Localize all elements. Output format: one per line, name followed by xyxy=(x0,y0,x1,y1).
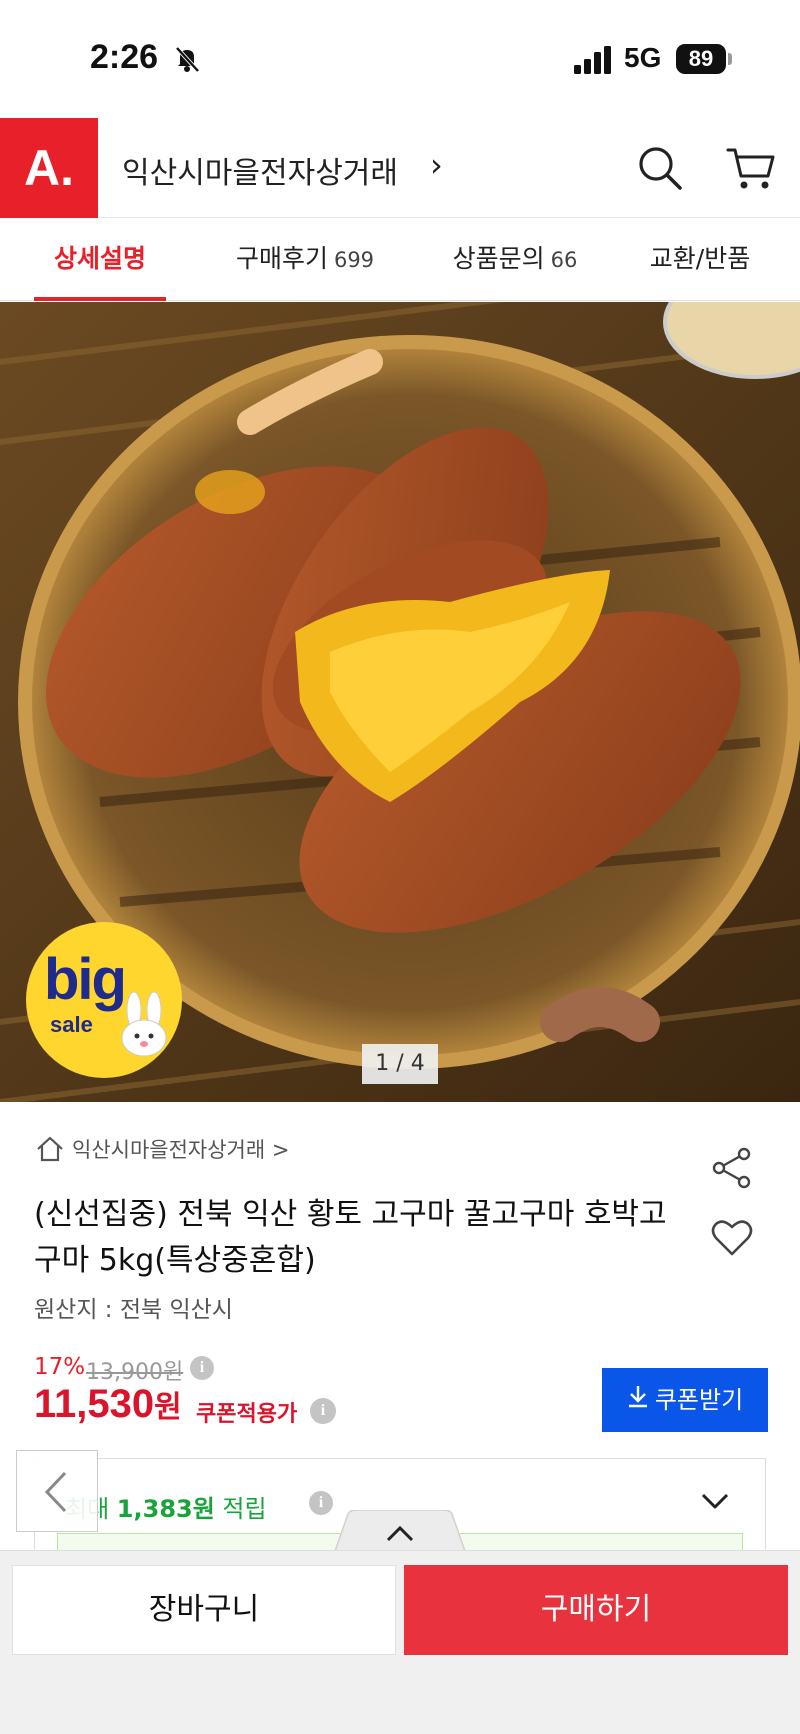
back-button[interactable] xyxy=(16,1450,98,1532)
status-time: 2:26 xyxy=(90,38,159,76)
chevron-down-icon[interactable] xyxy=(699,1485,731,1517)
get-coupon-button[interactable]: 쿠폰받기 xyxy=(602,1368,768,1432)
badge-sale-text: sale xyxy=(50,1012,93,1037)
points-amount: 1,383원 xyxy=(116,1495,215,1523)
battery-level: 89 xyxy=(676,44,726,74)
product-image[interactable]: big sale 1 / 4 xyxy=(0,302,800,1102)
tab-exchange-label: 교환/반품 xyxy=(649,244,751,273)
sale-price: 11,530원 xyxy=(34,1382,182,1427)
cart-icon[interactable] xyxy=(726,144,776,192)
tab-detail-label: 상세설명 xyxy=(53,244,146,273)
sale-price-unit: 원 xyxy=(154,1390,182,1425)
badge-big-text: big xyxy=(44,947,127,1012)
battery-tip xyxy=(728,53,732,65)
get-coupon-label: 쿠폰받기 xyxy=(654,1386,744,1414)
tab-qna-count: 66 xyxy=(550,248,578,272)
tab-exchange-return[interactable]: 교환/반품 xyxy=(630,219,770,301)
product-origin: 원산지 : 전북 익산시 xyxy=(34,1297,233,1323)
points-info-icon[interactable]: i xyxy=(309,1491,333,1515)
tab-reviews-label: 구매후기 xyxy=(235,244,328,273)
store-name-link[interactable]: 익산시마을전자상거래 xyxy=(122,148,398,192)
status-bar: 2:26 5G 89 xyxy=(0,0,800,118)
price-info-icon[interactable]: i xyxy=(190,1356,214,1380)
tab-reviews-count: 699 xyxy=(333,248,375,272)
bell-slash-icon xyxy=(175,46,200,73)
home-icon[interactable] xyxy=(36,1136,64,1162)
tab-reviews[interactable]: 구매후기 699 xyxy=(210,219,400,301)
share-icon[interactable] xyxy=(710,1146,754,1190)
buy-now-button[interactable]: 구매하기 xyxy=(404,1565,788,1655)
tab-detail[interactable]: 상세설명 xyxy=(34,219,166,301)
add-to-cart-button[interactable]: 장바구니 xyxy=(12,1565,396,1655)
scroll-top-button[interactable] xyxy=(334,1510,466,1554)
chevron-right-icon[interactable]: › xyxy=(430,146,443,184)
coupon-price-note: 쿠폰적용가 xyxy=(196,1402,298,1427)
sale-price-value: 11,530 xyxy=(34,1382,155,1426)
rabbit-icon xyxy=(121,992,167,1057)
purchase-bar: 장바구니 구매하기 xyxy=(0,1550,800,1734)
points-suffix: 적립 xyxy=(214,1495,267,1523)
coupon-info-icon[interactable]: i xyxy=(310,1398,336,1424)
download-icon xyxy=(628,1386,647,1408)
heart-icon[interactable] xyxy=(710,1218,754,1258)
network-type: 5G xyxy=(624,42,662,73)
search-icon[interactable] xyxy=(636,144,684,192)
store-header: A. 익산시마을전자상거래 › xyxy=(0,118,800,218)
chevron-left-icon xyxy=(44,1471,67,1513)
product-tabs: 상세설명 구매후기 699 상품문의 66 교환/반품 xyxy=(0,219,800,301)
image-counter: 1 / 4 xyxy=(362,1044,438,1084)
product-title: (신선집중) 전북 익산 황토 고구마 꿀고구마 호박고구마 5kg(특상중혼합… xyxy=(34,1197,667,1278)
tab-qna-label: 상품문의 xyxy=(452,244,545,273)
big-sale-badge: big sale xyxy=(26,922,182,1078)
breadcrumb[interactable]: 익산시마을전자상거래 > xyxy=(72,1134,289,1164)
tab-qna[interactable]: 상품문의 66 xyxy=(420,219,610,301)
signal-icon xyxy=(574,46,611,74)
discount-rate: 17% xyxy=(34,1354,86,1380)
logo[interactable]: A. xyxy=(0,118,98,218)
